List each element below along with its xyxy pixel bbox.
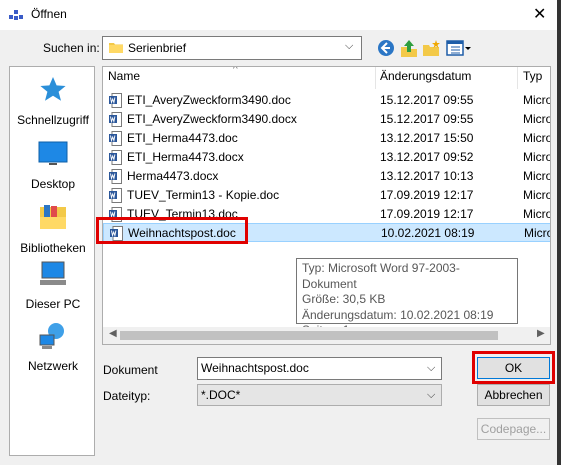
file-type: Micro — [523, 131, 551, 145]
column-header-date[interactable]: Änderungsdatum — [380, 69, 471, 89]
sidebar-item-network[interactable]: Netzwerk — [10, 315, 96, 395]
document-name-input[interactable]: Weihnachtspost.doc — [197, 357, 442, 380]
file-row[interactable]: ETI_AveryZweckform3490.doc 15.12.2017 09… — [103, 91, 551, 110]
horizontal-scrollbar[interactable]: ◀ ▶ — [103, 327, 550, 344]
file-date: 15.12.2017 09:55 — [380, 112, 474, 126]
file-date: 17.09.2019 12:17 — [380, 207, 474, 221]
filetype-label: Dateityp: — [103, 389, 151, 403]
file-date: 13.12.2017 10:13 — [380, 169, 474, 183]
network-icon — [39, 323, 64, 349]
lookin-label: Suchen in: — [43, 41, 100, 55]
title-bar: Öffnen ✕ — [0, 0, 561, 30]
back-icon[interactable] — [376, 38, 396, 58]
file-date: 13.12.2017 09:52 — [380, 150, 474, 164]
tooltip-modified: Änderungsdatum: 10.02.2021 08:19 — [302, 307, 494, 322]
word-doc-icon — [109, 169, 122, 184]
word-doc-icon — [109, 93, 122, 108]
chevron-down-icon[interactable]: ⌵ — [427, 389, 435, 402]
sidebar-item-label: Netzwerk — [27, 359, 78, 373]
word-doc-icon — [109, 150, 122, 165]
view-menu-icon[interactable] — [446, 38, 472, 58]
tooltip-type: Typ: Microsoft Word 97-2003-Dokument — [302, 261, 460, 291]
file-row[interactable]: ETI_Herma4473.docx 13.12.2017 09:52 Micr… — [103, 148, 551, 167]
lookin-folder-name: Serienbrief — [128, 41, 187, 55]
window-title: Öffnen — [31, 7, 67, 21]
file-row[interactable]: ETI_Herma4473.doc 13.12.2017 15:50 Micro — [103, 129, 551, 148]
close-icon[interactable]: ✕ — [533, 4, 546, 24]
file-name: ETI_Herma4473.doc — [127, 131, 238, 145]
scrollbar-thumb[interactable] — [120, 331, 498, 340]
word-doc-icon — [109, 131, 122, 146]
up-folder-icon[interactable] — [399, 38, 419, 58]
computer-icon — [40, 261, 66, 285]
word-doc-icon — [109, 112, 122, 127]
window-edge — [557, 0, 561, 465]
file-name: ETI_AveryZweckform3490.doc — [127, 93, 291, 107]
scroll-right-icon[interactable]: ▶ — [537, 328, 545, 339]
chevron-down-icon[interactable]: ⌵ — [427, 362, 435, 375]
column-divider[interactable] — [517, 67, 518, 89]
file-name: TUEV_Termin13 - Kopie.doc — [127, 188, 280, 202]
file-type: Micro — [523, 169, 551, 183]
new-folder-icon[interactable] — [422, 38, 442, 58]
ok-button[interactable]: OK — [477, 357, 550, 379]
file-name: ETI_AveryZweckform3490.docx — [127, 112, 297, 126]
column-header-type[interactable]: Typ — [523, 69, 542, 89]
chevron-down-icon: ⌵ — [345, 40, 354, 52]
sidebar-item-label: Schnellzugriff — [17, 113, 89, 127]
codepage-button[interactable]: Codepage... — [477, 418, 550, 440]
app-icon — [9, 10, 23, 20]
scroll-left-icon[interactable]: ◀ — [109, 328, 117, 339]
lookin-dropdown[interactable]: Serienbrief ⌵ — [102, 36, 362, 60]
sidebar-item-label: Desktop — [30, 177, 76, 191]
file-type: Micro — [523, 207, 551, 221]
sort-ascending-icon: ^ — [233, 66, 238, 75]
file-date: 17.09.2019 12:17 — [380, 188, 474, 202]
folder-icon — [109, 43, 123, 53]
file-type: Micro — [523, 188, 551, 202]
desktop-icon — [38, 141, 68, 165]
file-name: ETI_Herma4473.docx — [127, 150, 244, 164]
library-icon — [40, 205, 66, 229]
column-header-name[interactable]: Name — [108, 69, 140, 89]
file-row[interactable]: ETI_AveryZweckform3490.docx 15.12.2017 0… — [103, 110, 551, 129]
document-label: Dokument — [103, 363, 158, 377]
file-info-tooltip: Typ: Microsoft Word 97-2003-Dokument Grö… — [296, 258, 518, 337]
file-type: Micro — [524, 226, 551, 240]
file-type: Micro — [523, 150, 551, 164]
sidebar-item-label: Dieser PC — [25, 297, 81, 311]
filetype-select[interactable]: *.DOC* — [197, 384, 442, 406]
file-date: 13.12.2017 15:50 — [380, 131, 474, 145]
file-name: Herma4473.docx — [127, 169, 219, 183]
word-doc-icon — [109, 188, 122, 203]
file-date: 15.12.2017 09:55 — [380, 93, 474, 107]
file-row[interactable]: TUEV_Termin13 - Kopie.doc 17.09.2019 12:… — [103, 186, 551, 205]
cancel-button[interactable]: Abbrechen — [477, 384, 550, 406]
file-date: 10.02.2021 08:19 — [381, 226, 475, 240]
star-icon — [40, 77, 66, 101]
tooltip-size: Größe: 30,5 KB — [302, 292, 386, 306]
places-sidebar: Schnellzugriff Desktop Bibliotheken Dies… — [9, 66, 95, 456]
annotation-highlight-box — [96, 217, 248, 244]
file-row[interactable]: Herma4473.docx 13.12.2017 10:13 Micro — [103, 167, 551, 186]
file-type: Micro — [523, 93, 551, 107]
column-divider[interactable] — [375, 67, 376, 89]
file-type: Micro — [523, 112, 551, 126]
